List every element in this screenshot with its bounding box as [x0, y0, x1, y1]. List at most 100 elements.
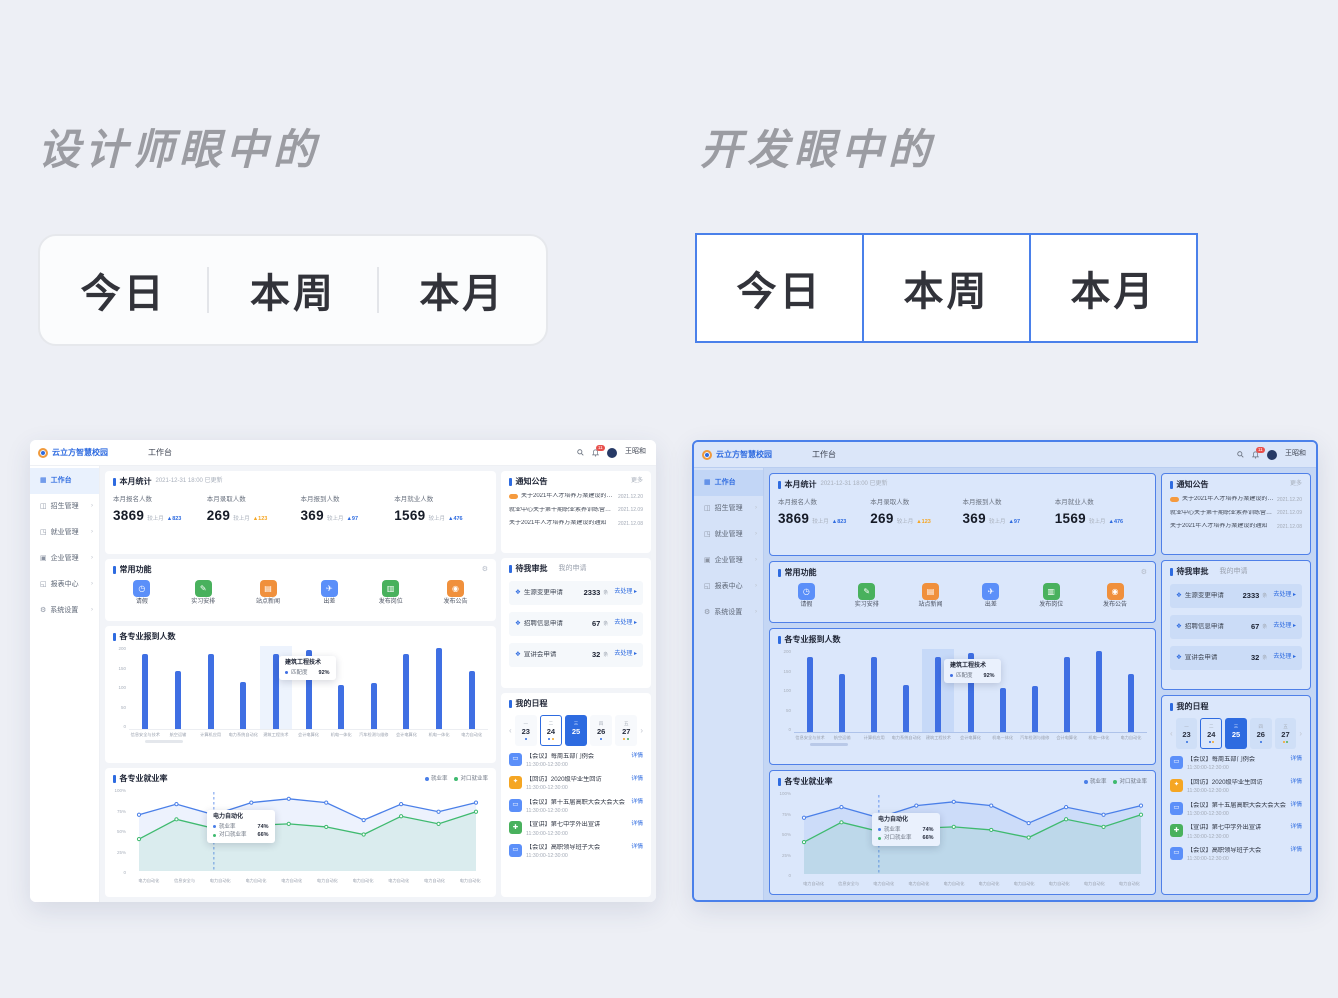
- sidebar-item[interactable]: ⚙ 系统设置 ›: [30, 598, 99, 624]
- sidebar-item[interactable]: ▣ 企业管理 ›: [30, 546, 99, 572]
- quick-action[interactable]: ✈ 出差: [321, 580, 338, 607]
- settings-gear-icon[interactable]: ⚙: [1141, 569, 1147, 578]
- bar[interactable]: [423, 646, 456, 729]
- approvals-tab-active[interactable]: 待我审批: [516, 564, 548, 574]
- sidebar-item[interactable]: ◫ 招生管理 ›: [694, 496, 763, 522]
- quick-action[interactable]: ✎ 实习安排: [191, 580, 215, 607]
- event-detail-link[interactable]: 详情: [631, 821, 643, 828]
- schedule-event[interactable]: ▭ 【会议】每周五部门例会 11:30:00-12:30:00 详情: [509, 753, 643, 769]
- notices-more-link[interactable]: 更多: [631, 478, 643, 486]
- notice-item[interactable]: 关于2021年人才培养方案建设的通知 2021.12.20: [1170, 496, 1302, 504]
- notice-item[interactable]: 就业中心关于第十期职业素养训练营开营通... 2021.12.09: [509, 507, 643, 515]
- schedule-day[interactable]: 三 25: [565, 715, 587, 746]
- schedule-event[interactable]: ✦ 【回访】2020级毕业生回访 11:30:00-12:30:00 详情: [509, 776, 643, 792]
- event-detail-link[interactable]: 详情: [1290, 802, 1302, 809]
- bar[interactable]: [1083, 649, 1115, 732]
- approvals-tab-active[interactable]: 待我审批: [1177, 567, 1209, 577]
- chart-scrollbar[interactable]: [145, 740, 183, 743]
- approval-action-link[interactable]: 去处理 ▸: [614, 651, 637, 659]
- line-chart-plot[interactable]: 电力自动化 就业率 74%: [129, 788, 488, 876]
- avatar[interactable]: [1267, 450, 1277, 460]
- bar[interactable]: [794, 649, 826, 732]
- tab-today[interactable]: 今日: [695, 233, 864, 343]
- approval-action-link[interactable]: 去处理 ▸: [1273, 654, 1296, 662]
- tab-month[interactable]: 本月: [379, 261, 546, 319]
- approvals-tab-inactive[interactable]: 我的申请: [1220, 568, 1248, 577]
- bar[interactable]: [1019, 649, 1051, 732]
- schedule-event[interactable]: ▭ 【会议】高职领导班子大会 11:30:00-12:30:00 详情: [1170, 847, 1302, 863]
- search-icon[interactable]: [577, 449, 584, 456]
- schedule-day[interactable]: 一 23: [1176, 718, 1198, 749]
- schedule-day[interactable]: 五 27: [615, 715, 637, 746]
- schedule-day[interactable]: 四 26: [590, 715, 612, 746]
- quick-action[interactable]: ▥ 发布岗位: [1039, 583, 1063, 610]
- quick-action[interactable]: ◉ 发布公告: [444, 580, 468, 607]
- approval-action-link[interactable]: 去处理 ▸: [1273, 592, 1296, 600]
- approval-row[interactable]: ❖ 宣讲会申请 32 条 去处理 ▸: [1170, 646, 1302, 670]
- bar-chart-plot[interactable]: 建筑工程技术 匹配度92%: [794, 649, 1147, 733]
- sidebar-item[interactable]: ◫ 招生管理 ›: [30, 494, 99, 520]
- bar[interactable]: [858, 649, 890, 732]
- next-day-chevron-icon[interactable]: ›: [640, 726, 643, 736]
- approvals-tab-inactive[interactable]: 我的申请: [559, 565, 587, 574]
- event-detail-link[interactable]: 详情: [631, 753, 643, 760]
- sidebar-item[interactable]: ◳ 就业管理 ›: [30, 520, 99, 546]
- approval-row[interactable]: ❖ 生源变更申请 2333 条 去处理 ▸: [1170, 584, 1302, 608]
- quick-action[interactable]: ✎ 实习安排: [855, 583, 879, 610]
- quick-action[interactable]: ▤ 站点新闻: [256, 580, 280, 607]
- next-day-chevron-icon[interactable]: ›: [1299, 729, 1302, 739]
- bar[interactable]: [227, 646, 260, 729]
- event-detail-link[interactable]: 详情: [631, 799, 643, 806]
- sidebar-item[interactable]: ▦ 工作台: [30, 468, 99, 494]
- sidebar-item[interactable]: ▣ 企业管理 ›: [694, 548, 763, 574]
- approval-action-link[interactable]: 去处理 ▸: [614, 589, 637, 597]
- tab-month[interactable]: 本月: [1029, 233, 1198, 343]
- tab-today[interactable]: 今日: [40, 261, 207, 319]
- app-logo[interactable]: 云立方智慧校园: [38, 448, 130, 458]
- bar[interactable]: [1051, 649, 1083, 732]
- event-detail-link[interactable]: 详情: [1290, 847, 1302, 854]
- sidebar-item[interactable]: ◱ 报表中心 ›: [694, 574, 763, 600]
- schedule-day[interactable]: 二 24: [1200, 718, 1222, 749]
- sidebar-item[interactable]: ◳ 就业管理 ›: [694, 522, 763, 548]
- approval-action-link[interactable]: 去处理 ▸: [614, 620, 637, 628]
- quick-action[interactable]: ▥ 发布岗位: [379, 580, 403, 607]
- quick-action[interactable]: ▤ 站点新闻: [919, 583, 943, 610]
- quick-action[interactable]: ✈ 出差: [982, 583, 999, 610]
- schedule-event[interactable]: ▭ 【会议】每周五部门例会 11:30:00-12:30:00 详情: [1170, 756, 1302, 772]
- schedule-event[interactable]: ▭ 【会议】高职领导班子大会 11:30:00-12:30:00 详情: [509, 844, 643, 860]
- quick-action[interactable]: ◷ 请假: [133, 580, 150, 607]
- sidebar-item[interactable]: ◱ 报表中心 ›: [30, 572, 99, 598]
- quick-action[interactable]: ◷ 请假: [798, 583, 815, 610]
- schedule-day[interactable]: 一 23: [515, 715, 537, 746]
- bar[interactable]: [390, 646, 423, 729]
- event-detail-link[interactable]: 详情: [1290, 756, 1302, 763]
- bar[interactable]: [129, 646, 162, 729]
- schedule-event[interactable]: ✚ 【宣讲】第七中学外出宣讲 11:30:00-12:30:00 详情: [509, 821, 643, 837]
- notice-item[interactable]: 关于2021年人才培养方案建设的通知 2021.12.08: [509, 520, 643, 528]
- bar[interactable]: [162, 646, 195, 729]
- bar[interactable]: [357, 646, 390, 729]
- event-detail-link[interactable]: 详情: [1290, 824, 1302, 831]
- tab-week[interactable]: 本周: [862, 233, 1031, 343]
- approval-row[interactable]: ❖ 招聘信息申请 67 条 去处理 ▸: [1170, 615, 1302, 639]
- bar-chart-plot[interactable]: 建筑工程技术 匹配度92%: [129, 646, 488, 730]
- approval-row[interactable]: ❖ 宣讲会申请 32 条 去处理 ▸: [509, 643, 643, 667]
- prev-day-chevron-icon[interactable]: ‹: [1170, 729, 1173, 739]
- search-icon[interactable]: [1237, 451, 1244, 458]
- sidebar-item[interactable]: ⚙ 系统设置 ›: [694, 600, 763, 626]
- event-detail-link[interactable]: 详情: [631, 844, 643, 851]
- legend-item[interactable]: 就业率: [1084, 779, 1107, 786]
- notifications-bell-icon[interactable]: 11: [592, 449, 599, 457]
- notices-more-link[interactable]: 更多: [1290, 481, 1302, 489]
- avatar[interactable]: [607, 448, 617, 458]
- bar[interactable]: [1115, 649, 1147, 732]
- bar[interactable]: [455, 646, 488, 729]
- chart-scrollbar[interactable]: [810, 743, 848, 746]
- approval-row[interactable]: ❖ 生源变更申请 2333 条 去处理 ▸: [509, 581, 643, 605]
- schedule-day[interactable]: 二 24: [540, 715, 562, 746]
- legend-item[interactable]: 对口就业率: [454, 776, 488, 783]
- schedule-day[interactable]: 五 27: [1275, 718, 1297, 749]
- line-chart-plot[interactable]: 电力自动化 就业率 74%: [794, 791, 1147, 879]
- legend-item[interactable]: 对口就业率: [1113, 779, 1147, 786]
